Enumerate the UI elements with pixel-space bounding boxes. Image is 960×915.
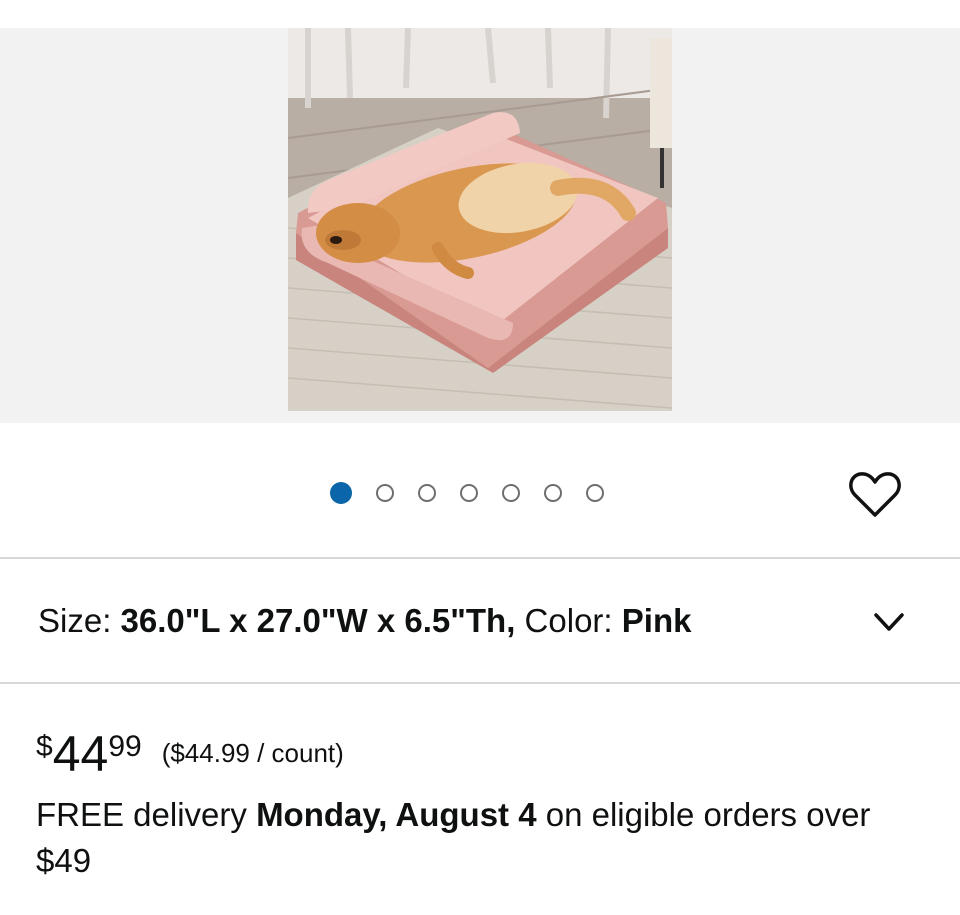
pager-dot[interactable]	[376, 484, 394, 502]
delivery-message: FREE delivery Monday, August 4 on eligib…	[36, 792, 916, 884]
price: $4499 ($44.99 / count)	[36, 726, 344, 782]
product-image[interactable]	[288, 28, 672, 411]
chevron-down-icon[interactable]	[872, 608, 906, 636]
price-whole: 44	[52, 726, 109, 782]
pager-dot[interactable]	[330, 482, 352, 504]
divider	[0, 557, 960, 559]
size-value: 36.0"L x 27.0"W x 6.5"Th,	[120, 602, 516, 639]
variation-selector[interactable]: Size: 36.0"L x 27.0"W x 6.5"Th, Color: P…	[0, 560, 960, 682]
heart-outline-icon[interactable]	[848, 468, 902, 520]
delivery-date: Monday, August 4	[256, 796, 537, 833]
price-currency: $	[36, 730, 53, 763]
image-pager-dots[interactable]	[330, 482, 604, 504]
pager-dot[interactable]	[586, 484, 604, 502]
divider	[0, 682, 960, 684]
unit-price: ($44.99 / count)	[161, 738, 344, 768]
pager-dot[interactable]	[460, 484, 478, 502]
color-value: Pink	[621, 602, 692, 639]
pager-dot[interactable]	[502, 484, 520, 502]
color-label: Color:	[515, 602, 622, 639]
price-fraction: 99	[108, 730, 142, 763]
size-label: Size:	[38, 602, 121, 639]
variation-summary: Size: 36.0"L x 27.0"W x 6.5"Th, Color: P…	[38, 602, 691, 640]
delivery-prefix: FREE delivery	[36, 796, 257, 833]
pager-dot[interactable]	[544, 484, 562, 502]
pager-dot[interactable]	[418, 484, 436, 502]
